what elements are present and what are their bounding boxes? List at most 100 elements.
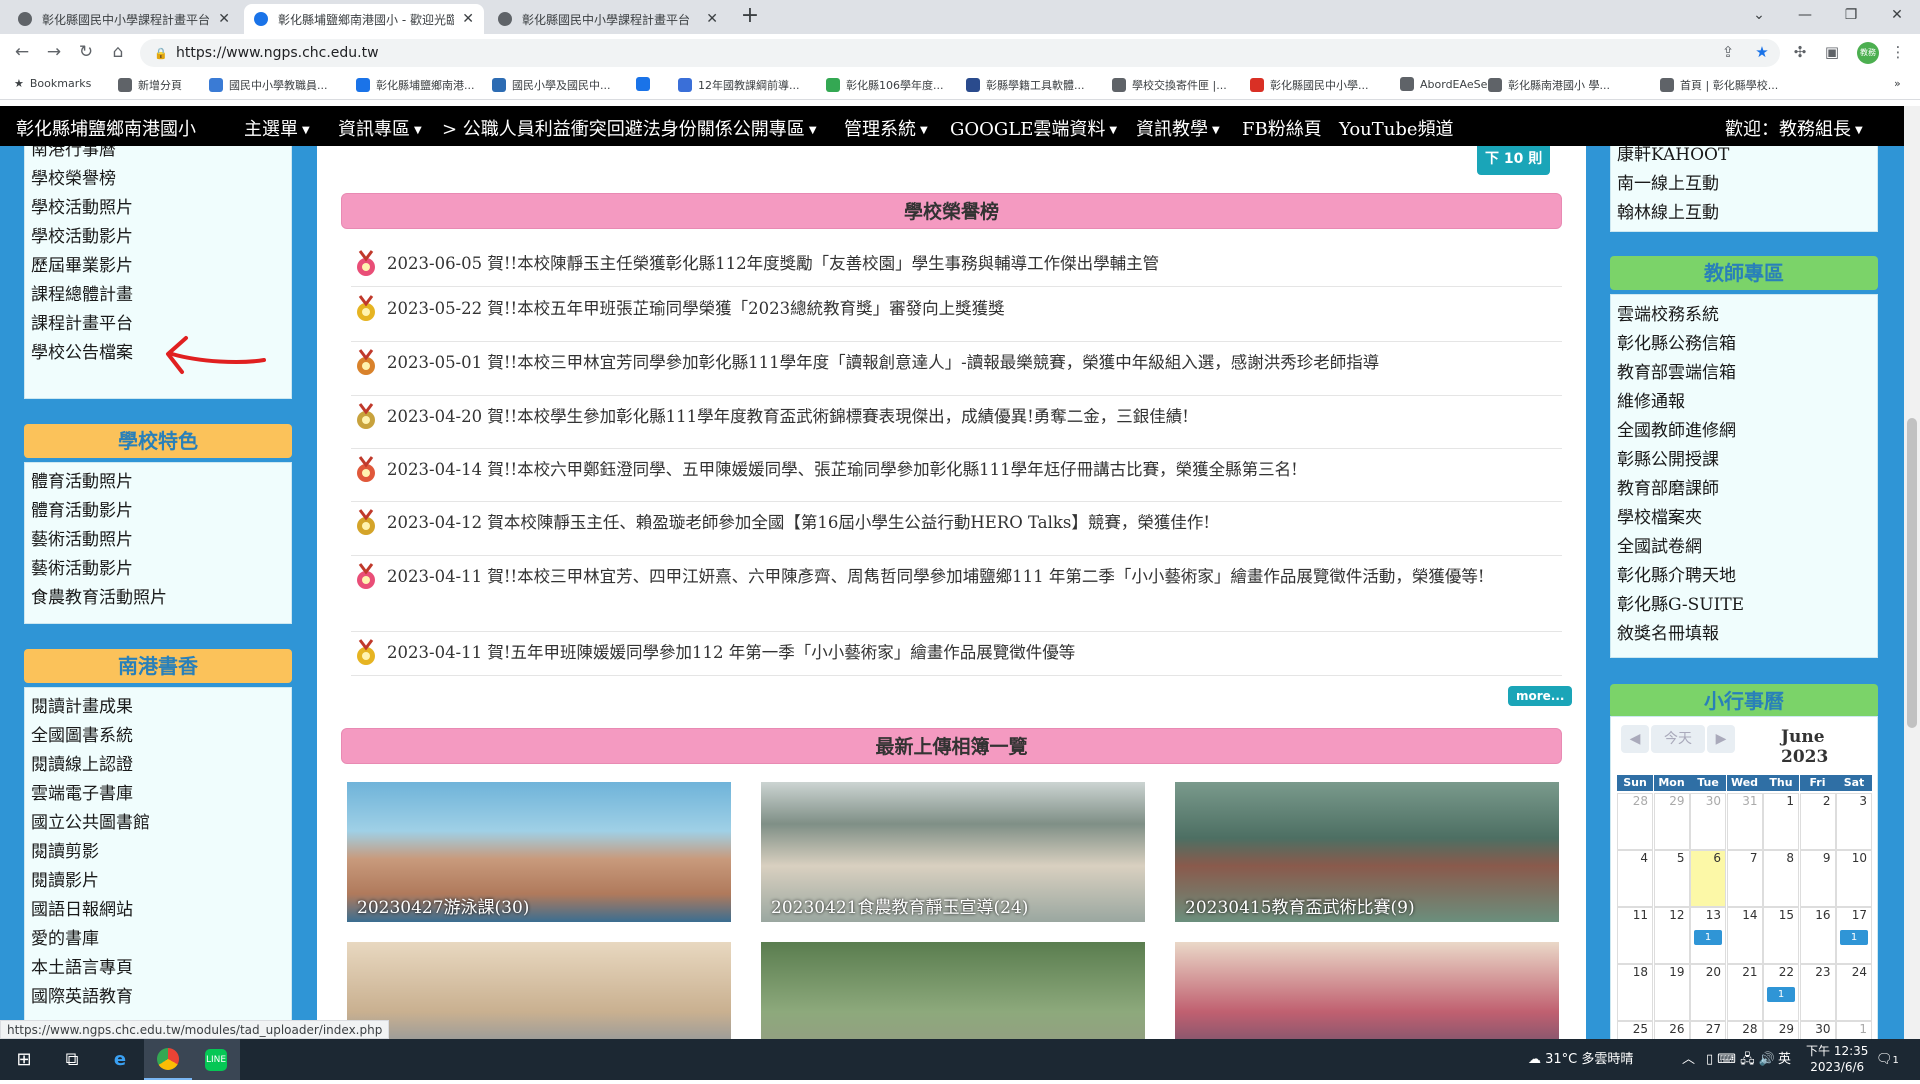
bookmark-item[interactable]: 新增分頁 <box>118 77 182 93</box>
bookmark-item[interactable]: 國民中小學教職員... <box>209 77 328 93</box>
extensions-icon[interactable]: ✣ <box>1790 42 1810 62</box>
bookmark-item[interactable]: 12年國教課綱前導... <box>678 77 800 93</box>
prev-month-icon[interactable]: ◀ <box>1621 725 1649 753</box>
calendar-day[interactable]: 16 <box>1799 907 1836 964</box>
notification-icon[interactable]: 🗨1 <box>1876 1039 1899 1080</box>
weather-widget[interactable]: ☁ 31°C 多雲時晴 <box>1528 1039 1633 1080</box>
chrome-icon[interactable] <box>144 1039 192 1080</box>
teacher-link[interactable]: 彰化縣G-SUITE <box>1611 591 1877 620</box>
forward-icon[interactable]: → <box>42 40 66 64</box>
calendar-day[interactable]: 31 <box>1726 793 1763 850</box>
calendar-day[interactable]: 9 <box>1799 850 1836 907</box>
honor-item[interactable]: 2023-04-20 賀!!本校學生參加彰化縣111學年度教育盃武術錦標賽表現傑… <box>351 396 1562 449</box>
book-link[interactable]: 愛的書庫 <box>25 925 291 954</box>
teacher-link[interactable]: 敘獎名冊填報 <box>1611 620 1877 649</box>
calendar-event[interactable]: 1 <box>1694 930 1722 945</box>
honor-item[interactable]: 2023-04-11 賀!五年甲班陳媛媛同學參加112 年第一季「小小藝術家」繪… <box>351 632 1562 676</box>
honor-item[interactable]: 2023-04-12 賀本校陳靜玉主任、賴盈璇老師參加全國【第16屆小學生公益行… <box>351 502 1562 556</box>
bookmark-item[interactable]: 學校交換寄件匣 |... <box>1112 77 1227 93</box>
honor-item[interactable]: 2023-05-01 賀!!本校三甲林宜芳同學參加彰化縣111學年度「讀報創意達… <box>351 342 1562 396</box>
nav-admin[interactable]: 管理系統 ▼ <box>844 115 928 141</box>
nav-google[interactable]: GOOGLE雲端資料 ▼ <box>950 115 1117 141</box>
reload-icon[interactable]: ↻ <box>74 40 98 64</box>
clock[interactable]: 下午 12:35 2023/6/6 <box>1806 1043 1868 1084</box>
calendar-day[interactable]: 18 <box>1617 964 1653 1021</box>
right-link[interactable]: 康軒KAHOOT <box>1611 146 1877 170</box>
feature-link[interactable]: 食農教育活動照片 <box>25 584 291 613</box>
calendar-day[interactable]: 25 <box>1617 1021 1653 1039</box>
more-button[interactable]: more... <box>1508 686 1573 706</box>
bookmark-item[interactable]: 彰化縣埔鹽鄉南港... <box>356 77 475 93</box>
address-bar[interactable]: 🔒 https://www.ngps.chc.edu.tw <box>140 39 1780 67</box>
calendar-day[interactable]: 19 <box>1653 964 1690 1021</box>
calendar-day[interactable]: 30 <box>1799 1021 1836 1039</box>
nav-welcome[interactable]: 歡迎：教務組長 ▼ <box>1725 115 1863 141</box>
browser-tab-1[interactable]: 彰化縣國民中小學課程計畫平台 ✕ <box>8 4 240 34</box>
calendar-day[interactable]: 8 <box>1763 850 1799 907</box>
calendar-day[interactable]: 7 <box>1726 850 1763 907</box>
line-app-icon[interactable]: LINE <box>192 1039 240 1080</box>
left-link[interactable]: 學校榮譽榜 <box>25 165 291 194</box>
calendar-day[interactable]: 13 1 <box>1690 907 1726 964</box>
browser-tab-3[interactable]: 彰化縣國民中小學課程計畫平台 ✕ <box>488 4 728 34</box>
calendar-day[interactable]: 29 <box>1763 1021 1799 1039</box>
album-thumbnail[interactable]: 20230421食農教育靜玉宣導(24) <box>761 782 1145 922</box>
album-thumbnail[interactable]: 20230427游泳課(30) <box>347 782 731 922</box>
calendar-day[interactable]: 26 <box>1653 1021 1690 1039</box>
bookmark-item[interactable]: 彰化縣國民中小學... <box>1250 77 1369 93</box>
calendar-day[interactable]: 22 1 <box>1763 964 1799 1021</box>
restore-icon[interactable]: ❐ <box>1828 0 1874 30</box>
close-icon[interactable]: ✕ <box>706 11 718 27</box>
album-thumbnail[interactable] <box>1175 942 1559 1039</box>
site-brand[interactable]: 彰化縣埔鹽鄉南港國小 <box>16 115 196 141</box>
right-link[interactable]: 南一線上互動 <box>1611 170 1877 199</box>
nav-fb[interactable]: FB粉絲頁 <box>1242 115 1322 141</box>
nav-youtube[interactable]: YouTube頻道 <box>1339 115 1454 141</box>
close-icon[interactable]: ✕ <box>462 11 474 27</box>
side-panel-icon[interactable]: ▣ <box>1822 42 1842 62</box>
bookmark-item[interactable]: AbordEAeSe <box>1400 77 1487 91</box>
calendar-day[interactable]: 28 <box>1617 793 1653 850</box>
calendar-day[interactable]: 15 <box>1763 907 1799 964</box>
calendar-day[interactable]: 28 <box>1726 1021 1763 1039</box>
nav-teaching[interactable]: 資訊教學 ▼ <box>1136 115 1220 141</box>
minimize-icon[interactable]: — <box>1782 0 1828 30</box>
teacher-link[interactable]: 維修通報 <box>1611 388 1877 417</box>
calendar-day[interactable]: 6 <box>1690 850 1726 907</box>
back-icon[interactable]: ← <box>10 40 34 64</box>
calendar-day[interactable]: 14 <box>1726 907 1763 964</box>
bookmark-item[interactable]: 首頁 | 彰化縣學校... <box>1660 77 1778 93</box>
next-month-icon[interactable]: ▶ <box>1707 725 1735 753</box>
bookmark-item[interactable] <box>636 77 656 91</box>
calendar-day[interactable]: 5 <box>1653 850 1690 907</box>
book-link[interactable]: 閱讀計畫成果 <box>25 693 291 722</box>
feature-link[interactable]: 體育活動照片 <box>25 468 291 497</box>
book-link[interactable]: 全國圖書系統 <box>25 722 291 751</box>
browser-tab-2[interactable]: 彰化縣埔鹽鄉南港國小 - 歡迎光臨 ✕ <box>244 4 484 34</box>
calendar-event[interactable]: 1 <box>1840 930 1868 945</box>
album-thumbnail[interactable]: 20230415教育盃武術比賽(9) <box>1175 782 1559 922</box>
calendar-day[interactable]: 1 <box>1836 1021 1872 1039</box>
profile-avatar[interactable]: 教務 <box>1857 42 1879 64</box>
scrollbar-thumb[interactable] <box>1907 418 1917 728</box>
feature-link[interactable]: 體育活動影片 <box>25 497 291 526</box>
calendar-day[interactable]: 27 <box>1690 1021 1726 1039</box>
edge-icon[interactable]: e <box>96 1039 144 1080</box>
calendar-day[interactable]: 10 <box>1836 850 1872 907</box>
teacher-link[interactable]: 教育部雲端信箱 <box>1611 359 1877 388</box>
teacher-link[interactable]: 全國教師進修網 <box>1611 417 1877 446</box>
window-close-icon[interactable]: ✕ <box>1874 0 1920 30</box>
book-link[interactable]: 閱讀剪影 <box>25 838 291 867</box>
book-link[interactable]: 雲端電子書庫 <box>25 780 291 809</box>
nav-disclosure[interactable]: > 公職人員利益衝突回避法身份關係公開專區 ▼ <box>442 115 817 141</box>
album-thumbnail[interactable] <box>761 942 1145 1039</box>
album-thumbnail[interactable] <box>347 942 731 1039</box>
book-link[interactable]: 本土語言專頁 <box>25 954 291 983</box>
close-icon[interactable]: ✕ <box>218 11 230 27</box>
bookmark-item[interactable]: 彰化縣106學年度... <box>826 77 944 93</box>
left-link[interactable]: 課程總體計畫 <box>25 281 291 310</box>
calendar-day[interactable]: 23 <box>1799 964 1836 1021</box>
menu-icon[interactable]: ⋮ <box>1888 42 1908 62</box>
book-link[interactable]: 國立公共圖書館 <box>25 809 291 838</box>
bookmark-item[interactable]: 彰縣學籍工具軟體... <box>966 77 1085 93</box>
